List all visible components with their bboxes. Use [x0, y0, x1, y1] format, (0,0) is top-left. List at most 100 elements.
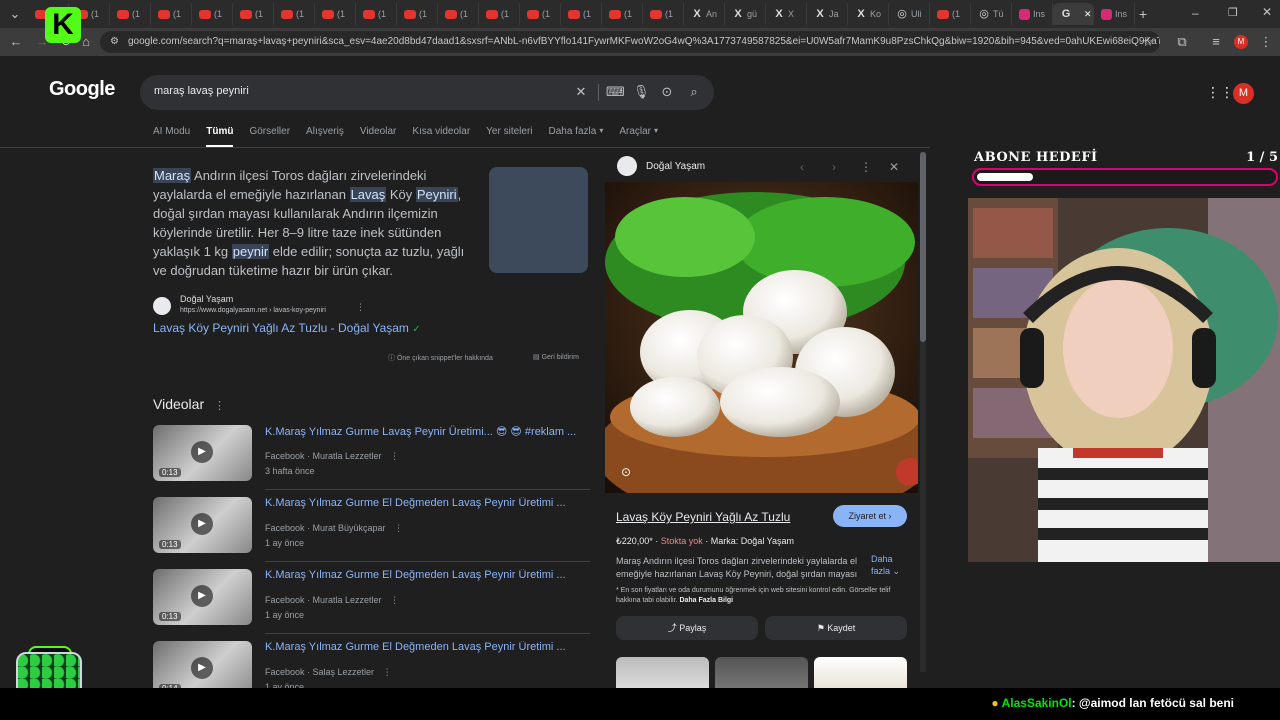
more-label[interactable]: Daha fazla — [871, 554, 893, 576]
nav-tab[interactable]: Alışveriş — [306, 126, 344, 147]
clear-icon[interactable]: ✕ — [573, 84, 589, 100]
nav-tab[interactable]: Tümü — [206, 126, 234, 147]
snippet-result-link[interactable]: Lavaş Köy Peyniri Yağlı Az Tuzlu - Doğal… — [153, 321, 421, 335]
lens-search-icon[interactable]: ⊙ — [621, 465, 631, 479]
browser-tab[interactable]: (1 — [233, 3, 274, 25]
play-icon[interactable]: ▶ — [191, 585, 213, 607]
video-result[interactable]: ▶ 0:13 K.Maraş Yılmaz Gurme El Değmeden La… — [153, 497, 593, 557]
product-title[interactable]: Lavaş Köy Peyniri Yağlı Az Tuzlu — [616, 510, 790, 524]
more-info-link[interactable]: Daha Fazla Bilgi — [679, 597, 733, 604]
save-button[interactable]: ⚑ Kaydet — [765, 616, 907, 640]
browser-tab[interactable]: (1 — [151, 3, 192, 25]
browser-tab[interactable]: XX — [766, 3, 807, 25]
browser-tab[interactable]: (1 — [110, 3, 151, 25]
tab-close-icon[interactable]: ✕ — [1084, 9, 1092, 20]
lens-icon[interactable]: ⊙ — [659, 84, 675, 100]
video-title[interactable]: K.Maraş Yılmaz Gurme Lavaş Peynir Üretim… — [265, 425, 585, 438]
nav-tab[interactable]: Videolar — [360, 126, 397, 147]
bookmark-star-icon[interactable]: ☆ — [1140, 34, 1156, 50]
prev-icon[interactable]: ‹ — [795, 160, 809, 174]
related-thumb[interactable] — [616, 657, 709, 688]
search-input[interactable]: maraş lavaş peyniri — [154, 85, 249, 97]
apps-grid-icon[interactable]: ⋮⋮ — [1206, 84, 1234, 101]
panel-source-name[interactable]: Doğal Yaşam — [646, 161, 705, 172]
video-more-icon[interactable]: ⋮ — [390, 451, 399, 461]
menu-dots-icon[interactable]: ⋮ — [1258, 34, 1274, 50]
video-more-icon[interactable]: ⋮ — [394, 523, 403, 533]
maximize-button[interactable]: ❐ — [1228, 6, 1238, 19]
browser-tab[interactable]: (1 — [397, 3, 438, 25]
browser-tab[interactable]: X An — [684, 3, 725, 25]
panel-close-icon[interactable]: ✕ — [887, 160, 901, 174]
video-thumbnail[interactable]: ▶ 0:13 — [153, 569, 252, 625]
share-button[interactable]: ⤴ Paylaş — [616, 616, 758, 640]
related-thumb[interactable] — [715, 657, 808, 688]
browser-tab[interactable]: Xgü — [725, 3, 766, 25]
close-window-button[interactable]: ✕ — [1262, 5, 1272, 19]
play-icon[interactable]: ▶ — [191, 441, 213, 463]
visit-button[interactable]: Ziyaret et › — [833, 505, 907, 527]
video-title[interactable]: K.Maraş Yılmaz Gurme El Değmeden Lavaş P… — [265, 569, 585, 581]
product-image[interactable]: ⊙ — [605, 182, 918, 493]
profile-avatar[interactable]: M — [1234, 35, 1248, 49]
browser-tab[interactable]: (1 — [602, 3, 643, 25]
browser-tab[interactable]: (1 — [479, 3, 520, 25]
microphone-icon[interactable]: 🎙 — [633, 84, 650, 100]
nav-tab[interactable]: Araçlar — [619, 126, 651, 147]
video-title[interactable]: K.Maraş Yılmaz Gurme El Değmeden Lavaş P… — [265, 641, 585, 653]
video-more-icon[interactable]: ⋮ — [383, 667, 392, 677]
video-result[interactable]: ▶ 0:13 K.Maraş Yılmaz Gurme Lavaş Peynir Ü… — [153, 425, 593, 485]
extensions-icon[interactable]: ⧉ — [1174, 34, 1190, 50]
result-link-text[interactable]: Lavaş Köy Peyniri Yağlı Az Tuzlu - Doğal… — [153, 321, 409, 335]
browser-tab[interactable]: (1 — [356, 3, 397, 25]
google-logo[interactable]: Google — [49, 78, 115, 101]
nav-tab[interactable]: Kısa videolar — [412, 126, 470, 147]
nav-tab[interactable]: Yer siteleri — [486, 126, 532, 147]
back-icon[interactable]: ← — [8, 34, 24, 50]
browser-tab[interactable]: ◎ Uli — [889, 3, 930, 25]
search-box[interactable]: maraş lavaş peyniri ✕ ⌨ 🎙 ⊙ ⌕ — [140, 75, 714, 110]
minimize-button[interactable]: – — [1192, 6, 1199, 20]
panel-scrollbar[interactable] — [920, 152, 926, 672]
snippet-image[interactable] — [489, 167, 588, 273]
next-icon[interactable]: › — [827, 160, 841, 174]
source-more-icon[interactable]: ⋮ — [356, 302, 365, 313]
browser-tab[interactable]: Ins — [1094, 3, 1135, 25]
search-icon[interactable]: ⌕ — [686, 84, 702, 100]
video-result[interactable]: ▶0:14 K.Maraş Yılmaz Gurme El Değmeden La… — [153, 641, 593, 688]
media-icon[interactable]: ≡ — [1208, 34, 1224, 50]
play-icon[interactable]: ▶ — [191, 657, 213, 679]
about-snippets-link[interactable]: ⓘ Öne çıkan snippet'ler hakkında — [388, 353, 493, 363]
site-info-icon[interactable]: ⚙ — [110, 31, 119, 53]
more-link[interactable]: Daha fazla ⌄ — [871, 553, 911, 577]
related-thumb[interactable] — [814, 657, 907, 688]
tab-search-icon[interactable]: ⌄ — [6, 6, 24, 22]
browser-tab[interactable]: Ins — [1012, 3, 1053, 25]
browser-tab[interactable]: (1 — [930, 3, 971, 25]
video-thumbnail[interactable]: ▶ 0:13 — [153, 497, 252, 553]
browser-tab[interactable]: (1 — [192, 3, 233, 25]
videos-more-icon[interactable]: ⋮ — [214, 400, 225, 412]
nav-tab[interactable]: AI Modu — [153, 126, 190, 147]
about-label[interactable]: Öne çıkan snippet'ler hakkında — [397, 355, 493, 362]
browser-tab[interactable]: G ✕ — [1053, 3, 1094, 25]
video-thumbnail[interactable]: ▶ 0:13 — [153, 425, 252, 481]
video-thumbnail[interactable]: ▶0:14 — [153, 641, 252, 688]
browser-tab[interactable]: (1 — [520, 3, 561, 25]
browser-tab[interactable]: (1 — [315, 3, 356, 25]
browser-tab[interactable]: ◎ Tü — [971, 3, 1012, 25]
keyboard-icon[interactable]: ⌨ — [606, 84, 625, 100]
video-more-icon[interactable]: ⋮ — [390, 595, 399, 605]
new-tab-button[interactable]: + — [1139, 6, 1147, 22]
browser-tab[interactable]: (1 — [643, 3, 684, 25]
nav-tab[interactable]: Daha fazla — [549, 126, 597, 147]
account-avatar[interactable]: M — [1233, 83, 1254, 104]
nav-tab[interactable]: Görseller — [249, 126, 290, 147]
browser-tab[interactable]: X Ko — [848, 3, 889, 25]
feedback-link[interactable]: ▤ Geri bildirim — [533, 353, 579, 361]
browser-tab[interactable]: X Ja — [807, 3, 848, 25]
scrollbar-thumb[interactable] — [920, 152, 926, 342]
address-bar[interactable]: ⚙ google.com/search?q=maraş+lavaş+peynir… — [100, 31, 1160, 53]
browser-tab[interactable]: (1 — [438, 3, 479, 25]
browser-tab[interactable]: (1 — [274, 3, 315, 25]
